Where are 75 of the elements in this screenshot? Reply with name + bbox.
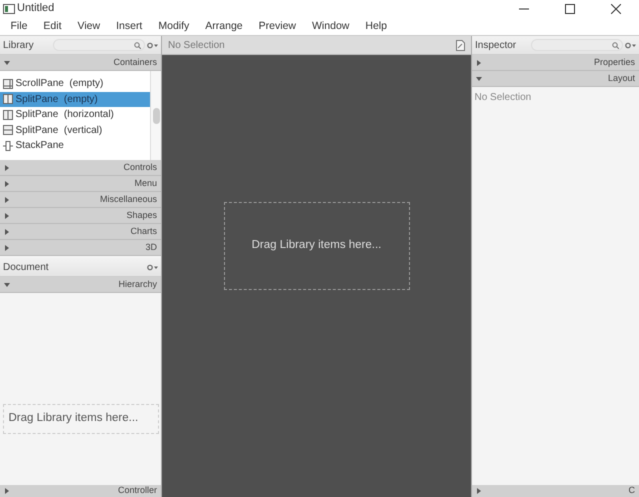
expand-arrow-icon[interactable] [4, 228, 10, 234]
expand-arrow-icon[interactable] [476, 60, 482, 66]
panel-title: Document [3, 260, 50, 274]
section-title: Hierarchy [118, 278, 157, 291]
section-title: Shapes [126, 208, 157, 222]
section-title: Properties [594, 56, 635, 69]
selection-label: No Selection [168, 38, 225, 52]
app-icon [2, 4, 14, 14]
menu-item[interactable]: File [2, 17, 36, 35]
section-header[interactable]: Layout [472, 71, 639, 87]
menu-item[interactable]: Preview [250, 17, 304, 35]
selection-label: No Selection [474, 92, 532, 102]
search-field[interactable] [52, 39, 144, 51]
section-title: 3D [145, 240, 157, 254]
section-title: Layout [608, 72, 635, 85]
section-header[interactable]: Charts [0, 224, 161, 240]
section-header[interactable]: Properties [472, 55, 639, 71]
library-item[interactable]: SplitPane (empty) [0, 92, 150, 107]
expand-arrow-icon[interactable] [4, 212, 10, 218]
section-header[interactable]: Controller [0, 485, 161, 497]
section-header[interactable]: Shapes [0, 208, 161, 224]
library-item[interactable]: SplitPane (vertical) [0, 122, 150, 138]
search-icon [134, 42, 141, 48]
expand-arrow-icon[interactable] [4, 180, 10, 186]
section-header[interactable]: Containers [0, 55, 161, 71]
close-icon [611, 4, 621, 14]
collapse-arrow-icon[interactable] [476, 76, 482, 82]
section-title: Controller [118, 484, 157, 497]
split-pane-icon [3, 125, 13, 136]
library-item[interactable]: SplitPane (horizontal) [0, 107, 150, 122]
menu-item[interactable]: Edit [35, 17, 70, 35]
section-title: Charts [130, 224, 157, 238]
search-field[interactable] [530, 39, 622, 51]
section-header[interactable]: C [472, 485, 639, 497]
split-pane-icon [3, 110, 13, 120]
section-header[interactable]: Miscellaneous [0, 192, 161, 208]
section-header[interactable]: Controls [0, 160, 161, 176]
window-title: Untitled [17, 1, 54, 16]
expand-arrow-icon[interactable] [4, 244, 10, 250]
library-item[interactable]: StackPane [0, 138, 150, 154]
menu-item[interactable]: View [70, 17, 108, 35]
scroll-pane-icon [3, 78, 13, 89]
stack-pane-icon [3, 140, 13, 151]
menu-item[interactable]: Arrange [197, 17, 251, 35]
expand-arrow-icon[interactable] [476, 488, 482, 494]
section-title: Containers [113, 56, 157, 69]
scrollbar[interactable] [150, 71, 161, 160]
section-title: Miscellaneous [100, 192, 157, 206]
section-header[interactable]: 3D [0, 240, 161, 256]
section-header[interactable]: Menu [0, 176, 161, 192]
section-title: C [628, 484, 635, 497]
expand-arrow-icon[interactable] [4, 164, 10, 170]
panel-title: Inspector [475, 38, 518, 52]
panel-title: Library [3, 38, 35, 52]
maximize-icon [565, 4, 575, 14]
library-item[interactable]: ScrollPane (empty) [0, 76, 150, 92]
gear-icon[interactable] [147, 42, 158, 48]
search-icon [612, 42, 619, 48]
drop-zone: Drag Library items here... [224, 202, 410, 290]
menu-item[interactable]: Window [304, 17, 358, 35]
section-title: Controls [123, 160, 157, 174]
menu-item[interactable]: Modify [150, 17, 198, 35]
expand-arrow-icon[interactable] [4, 488, 10, 494]
gear-icon[interactable] [625, 42, 636, 48]
section-title: Menu [134, 176, 157, 190]
split-pane-icon [3, 94, 13, 104]
menu-item[interactable]: Help [357, 17, 395, 35]
gear-icon[interactable] [147, 264, 158, 270]
document-icon[interactable] [456, 40, 465, 50]
collapse-arrow-icon[interactable] [4, 282, 10, 288]
menu-item[interactable]: Insert [108, 17, 150, 35]
drop-zone: Drag Library items here... [2, 404, 158, 434]
section-header[interactable]: Hierarchy [0, 277, 161, 293]
expand-arrow-icon[interactable] [4, 196, 10, 202]
collapse-arrow-icon[interactable] [4, 60, 10, 66]
